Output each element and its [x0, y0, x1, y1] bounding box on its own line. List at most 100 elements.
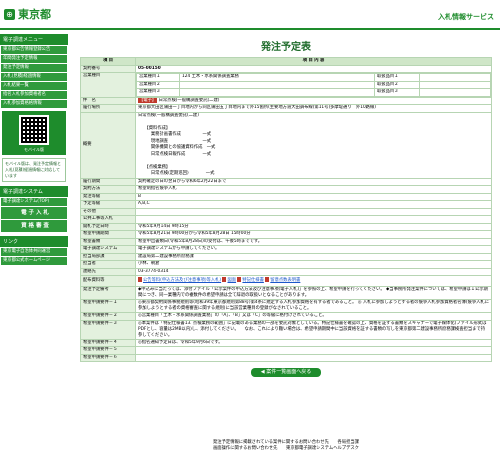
category-name: 営業種目３ [136, 88, 180, 97]
notes-value: ◆申込みに当たっては、添付ファイル「公示案件の申込方法及び注意事項(電子入札)」… [135, 286, 492, 300]
row-label: 希望申請要件－２ [80, 312, 136, 321]
row-label: 希望申請期間 [80, 230, 136, 239]
sidebar-item-order-plan[interactable]: 発注予定情報 [1, 64, 67, 72]
row-label: 概要 [80, 111, 136, 179]
sidebar: 電子調達メニュー 東京都公告情報登録公告 年間発注予定情報 発注予定情報 入札(… [0, 30, 68, 465]
cond6-value [135, 353, 492, 362]
bid-method-value [135, 215, 492, 224]
sidebar-item-bid-progress[interactable]: 入札(見積)経過情報 [1, 73, 67, 81]
footer-help-line: 画面操作に関するお問い合わせ先 東京都電子調達システムヘルプデスク [213, 446, 359, 451]
sidebar-item-bid-results[interactable]: 入札結果一覧 [1, 82, 67, 90]
sidebar-item-qualification-info[interactable]: 入札参加資格格情報 [1, 100, 67, 108]
footer: 発注予定情報に掲載されている案件に関するお問い合わせ先 各局担当課 画面操作に関… [80, 440, 492, 452]
dept-value: 建設局第二建設事務所庶務課 [135, 252, 492, 261]
back-to-list-label: 案件一覧画面へ戻る [266, 369, 312, 375]
open-date-value: 令和5年9月14日 9時15分 [135, 222, 492, 231]
category-value [179, 80, 375, 89]
sidebar-item-qualification[interactable]: 資 格 審 査 [1, 220, 67, 232]
category-name: 営業種目１ [136, 73, 180, 82]
row-label: 履行期間 [80, 177, 136, 186]
tokyo-emblem-icon: ⊕ [4, 8, 15, 20]
doc-link-notice[interactable]: 公告等料(申込方法及び注意事項)等入札) [143, 278, 221, 283]
cond3-value: ◎本案件は「特記仕様書13. 点検業務の範囲」に記載のある業務の一部を委託対象と… [135, 319, 492, 340]
cond2-value: ◎営業種目「土木・水系関係調査業務」の「A」、「B」又は「C」の等級に格付けされ… [135, 312, 492, 321]
service-title: 入札情報サービス [438, 13, 494, 21]
apply-limit-value: 希望申出書類日(令和5年8月28日)の受付は、午後5時までです。 [135, 237, 492, 246]
cond1-value: ◎東京都契約関係事務規則等(昭和39年東京都規則第88号)第4条に規定する入札参… [135, 299, 492, 313]
sidebar-link-official[interactable]: 東京都公式ホームページ [1, 257, 67, 265]
row-label: 契約方法 [80, 185, 136, 194]
pdf-icon [222, 277, 227, 282]
rank-label: 取扱品目１ [374, 73, 420, 82]
row-label: 希望申請要件－４ [80, 338, 136, 347]
place-value: 東京都大田区蒲田一丁目地内から同区蒲田五丁目地内まで外15箇所(主要地方道大田調… [135, 104, 492, 113]
doc-link-spec[interactable]: 特記仕様書 [242, 278, 263, 283]
sidebar-item-e-bid[interactable]: 電 子 入 札 [1, 207, 67, 219]
e-bid-tag: 【電子】 [138, 97, 158, 103]
sidebar-section-links: リンク [0, 236, 68, 247]
case-name-value: 日常点検(一般構調査委託(二建) [158, 97, 220, 103]
pdf-icon [265, 277, 270, 282]
sidebar-link-joint[interactable]: 東京電子自治体共同運営 [1, 248, 67, 256]
sidebar-item-system-top[interactable]: 電子調達システム(TOP) [1, 198, 67, 206]
sidebar-section-menu: 電子調達メニュー [0, 34, 68, 45]
row-label: 発注等級 [80, 192, 136, 201]
pdf-icon [237, 277, 242, 282]
cond5-value [135, 346, 492, 355]
row-label: 希望申請要件－５ [80, 346, 136, 355]
rank-label: 取扱品目３ [374, 88, 420, 97]
order-plan-table: 項 目 項 目 内 容 契約番号 05-00150 営業種目 営業種目１ 124… [80, 57, 492, 362]
qr-code-icon [19, 115, 49, 145]
rank-label: 取扱品目２ [374, 80, 420, 89]
row-label: 件 名 [80, 96, 136, 105]
row-label: 連絡先 [80, 267, 136, 276]
person-value: 小林、朝倉 [135, 260, 492, 269]
row-label: 担当局部課 [80, 252, 136, 261]
method-value: 希望制指名競争入札 [135, 185, 492, 194]
main-content: 発注予定表 項 目 項 目 内 容 契約番号 05-00150 営業種目 営業種… [80, 30, 492, 377]
period-value: 契約確定の日の翌日から令和6年2月22日まで [135, 177, 492, 186]
row-label: 電子調達システム [80, 245, 136, 254]
category-value [179, 88, 375, 97]
row-label: 配布資料等 [80, 275, 136, 287]
contract-no-value: 05-00150 [135, 64, 492, 73]
pdf-icon [138, 277, 142, 282]
row-label: 予定等級 [80, 200, 136, 209]
row-label: 発注予定備考 [80, 286, 136, 300]
rank-value: B [135, 192, 492, 201]
doc-link-points[interactable]: 留意点数表明書 [270, 278, 300, 283]
tokyo-logo[interactable]: ⊕ 東京都 [4, 6, 51, 22]
row-label: 開札予定日時 [80, 222, 136, 231]
logo-text: 東京都 [18, 8, 51, 21]
mobile-note: モバイル版は、発注予定情報と入札(見積)経過情報に対応しています [2, 158, 66, 182]
row-label: 希望申請要件－１ [80, 299, 136, 313]
row-label: 営業種目 [80, 72, 136, 98]
mobile-qr-box: モバイル版 [2, 111, 66, 155]
row-label: 履行場所 [80, 104, 136, 113]
row-label: 公共工事等入札 [80, 215, 136, 224]
sidebar-item-annual-plan[interactable]: 年間発注予定情報 [1, 55, 67, 63]
sidebar-item-public-notice[interactable]: 東京都公告情報登録公告 [1, 46, 67, 54]
cond4-value: ◎指名通知予定日は、令和5年9月6日です。 [135, 338, 492, 347]
doc-link-drawing[interactable]: 図面 [227, 278, 236, 283]
other-value [135, 207, 492, 216]
category-table: 営業種目１ 124 土木・水系関係調査業務 取扱品目１ 営業種目２ 取扱品目２ … [136, 73, 491, 97]
page-title: 発注予定表 [261, 42, 311, 53]
row-label: 希望申請要件－６ [80, 353, 136, 362]
sidebar-section-system: 電子調達システム [0, 186, 68, 197]
apply-period-value: 令和5年8月21日 9時00分から令和5年8月28日 15時00分 [135, 230, 492, 239]
category-value: 124 土木・水系関係調査業務 [179, 73, 375, 82]
row-label: 担当者 [80, 260, 136, 269]
mobile-label: モバイル版 [24, 147, 44, 152]
header: ⊕ 東京都 入札情報サービス [0, 0, 500, 30]
bid-rank-value: A,B,C [135, 200, 492, 209]
row-label: 希望書類 [80, 237, 136, 246]
back-to-list-button[interactable]: ◀ 案件一覧画面へ戻る [251, 368, 321, 377]
row-label: 希望申請要件－３ [80, 319, 136, 340]
phone-value: 03-3774-0314 [135, 267, 492, 276]
sidebar-item-qualified[interactable]: 指名入札参加資格者名 [1, 91, 67, 99]
row-label: 契約番号 [80, 64, 136, 73]
col-item-header: 項 目 [80, 57, 136, 66]
row-label: その他 [80, 207, 136, 216]
col-content-header: 項 目 内 容 [135, 57, 492, 66]
